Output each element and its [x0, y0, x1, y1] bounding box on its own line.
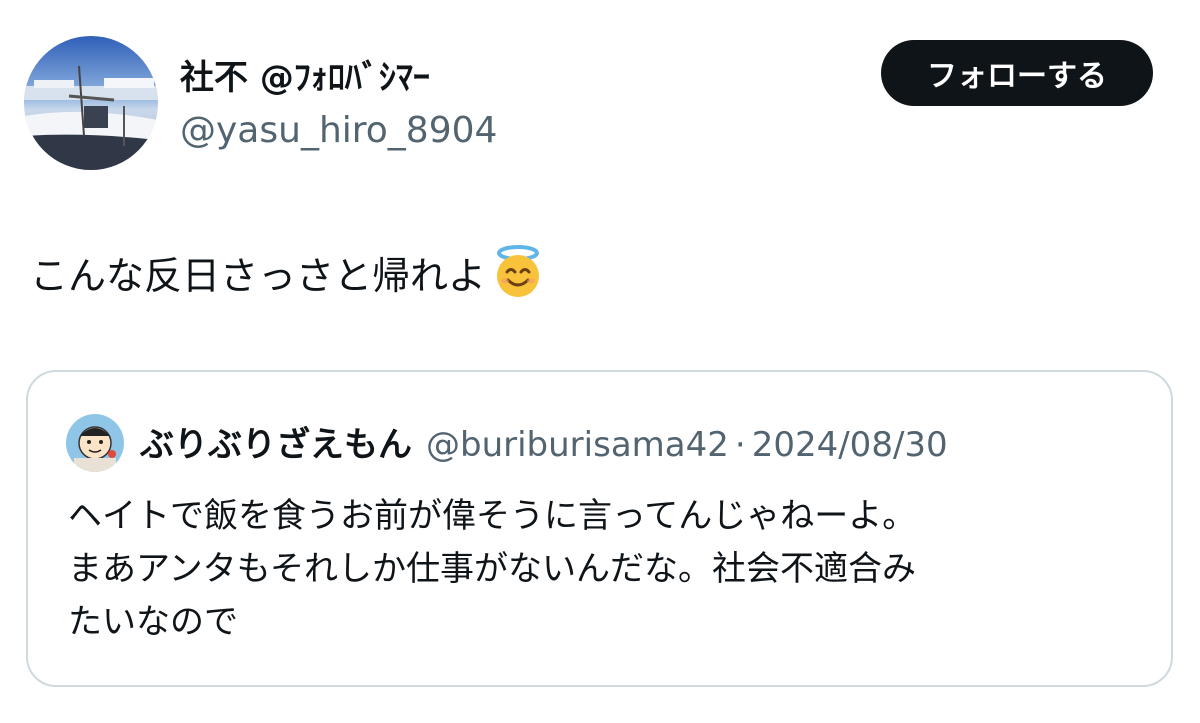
quoted-tweet-card[interactable]: ぶりぶりざえもん @buriburisama42 · 2024/08/30 ヘイ… — [26, 370, 1173, 687]
author-display-name[interactable]: 社不 @ﾌｫﾛﾊﾞｼﾏｰ — [180, 50, 430, 99]
follow-button[interactable]: フォローする — [881, 40, 1153, 106]
quoted-tweet-header: ぶりぶりざえもん @buriburisama42 · 2024/08/30 — [140, 417, 948, 466]
boat-photo-avatar — [24, 36, 158, 170]
quoted-text-line: ヘイトで飯を食うお前が偉そうに言ってんじゃねーよ。 — [68, 496, 917, 536]
quoted-tweet-date[interactable]: 2024/08/30 — [752, 425, 948, 465]
smiling-face-with-halo-icon — [490, 244, 546, 300]
quoted-text-line: まあアンタもそれしか仕事がないんだな。社会不適合み — [68, 549, 916, 589]
quoted-author-name[interactable]: ぶりぶりざえもん — [140, 417, 412, 466]
author-avatar[interactable] — [24, 36, 158, 170]
quoted-tweet-text: ヘイトで飯を食うお前が偉そうに言ってんじゃねーよ。 まあアンタもそれしか仕事がな… — [68, 490, 1138, 649]
quoted-author-handle[interactable]: @buriburisama42 — [426, 425, 729, 465]
cartoon-avatar-icon — [66, 414, 124, 472]
author-handle[interactable]: @yasu_hiro_8904 — [180, 110, 497, 151]
quoted-author-avatar[interactable] — [66, 414, 124, 472]
tweet-text: こんな反日さっさと帰れよ — [30, 253, 487, 298]
quoted-text-line: たいなので — [68, 602, 238, 642]
tweet-body: こんな反日さっさと帰れよ — [30, 244, 546, 300]
separator-dot: · — [734, 425, 746, 465]
